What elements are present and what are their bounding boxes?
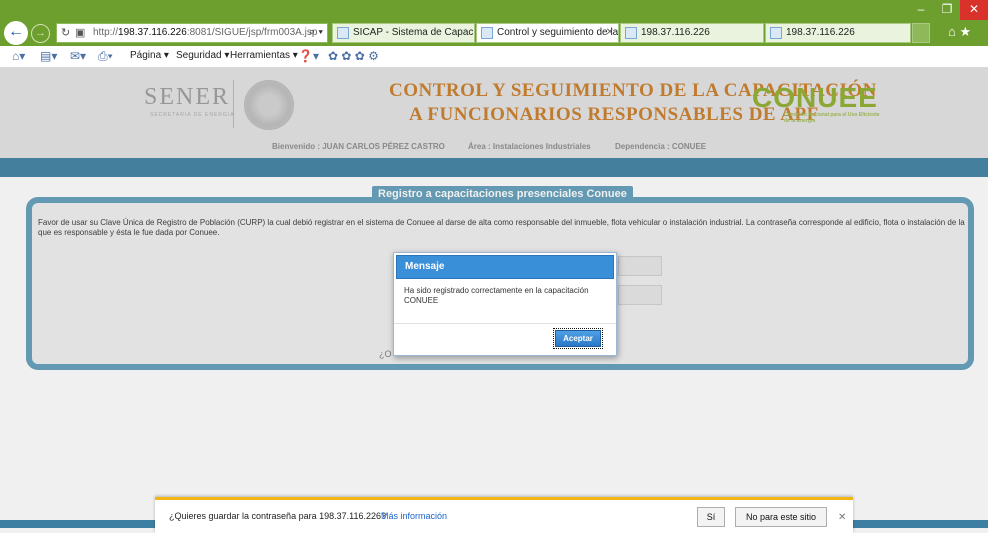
menu-seguridad[interactable]: Seguridad ▾: [176, 50, 229, 61]
minimize-icon[interactable]: –: [908, 0, 934, 20]
navigation-bar: ← → ↻ ▣ http://198.37.116.226:8081/SIGUE…: [0, 20, 988, 46]
restore-icon[interactable]: ❐: [934, 0, 960, 20]
close-notification-icon[interactable]: ✕: [838, 512, 846, 523]
home-star-icons[interactable]: ⌂ ★: [948, 24, 971, 40]
tab-favicon-icon: [625, 27, 637, 39]
address-bar[interactable]: ↻ ▣ http://198.37.116.226:8081/SIGUE/jsp…: [56, 23, 328, 43]
more-info-link[interactable]: Más información: [381, 511, 447, 521]
search-icon[interactable]: ⌕ ▾: [309, 26, 323, 39]
menu-pagina[interactable]: Página ▾: [130, 50, 169, 61]
tab-label: Control y seguimiento de la...: [497, 27, 619, 38]
close-window-icon[interactable]: ✕: [960, 0, 988, 20]
save-password-notification: ¿Quieres guardar la contraseña para 198.…: [155, 497, 853, 533]
refresh-icon[interactable]: ↻: [61, 26, 70, 39]
new-tab-button[interactable]: [912, 23, 930, 43]
command-bar: ⌂▾ ▤▾ ✉▾ ⎙▾ Página ▾ Seguridad ▾ Herrami…: [0, 46, 988, 68]
tab-favicon-icon: [481, 27, 493, 39]
feeds-icon[interactable]: ▤▾: [40, 49, 57, 63]
home-icon[interactable]: ⌂▾: [12, 49, 25, 63]
tab-label: SICAP - Sistema de Capacitación: [353, 27, 475, 38]
dialog-message: Ha sido registrado correctamente en la c…: [404, 286, 589, 305]
tab-label: 198.37.116.226: [786, 27, 855, 38]
back-icon[interactable]: ←: [4, 21, 28, 45]
page-favicon-icon: ▣: [75, 27, 86, 39]
address-text[interactable]: http://198.37.116.226:8081/SIGUE/jsp/frm…: [93, 27, 317, 38]
tab-ip-1[interactable]: 198.37.116.226: [620, 23, 764, 43]
forward-icon[interactable]: →: [31, 24, 50, 43]
page-content: SENER SECRETARÍA DE ENERGÍA CONTROL Y SE…: [0, 68, 988, 533]
notification-message: ¿Quieres guardar la contraseña para 198.…: [169, 511, 386, 521]
window-titlebar: – ❐ ✕: [0, 0, 988, 20]
menu-herramientas[interactable]: Herramientas ▾: [230, 50, 298, 61]
not-for-this-site-button[interactable]: No para este sitio: [735, 507, 827, 527]
close-tab-icon[interactable]: ✕: [606, 24, 614, 42]
extension-icons[interactable]: ✿ ✿ ✿ ⚙: [328, 49, 379, 63]
tab-sicap[interactable]: SICAP - Sistema de Capacitación: [332, 23, 475, 43]
tab-control-seguimiento[interactable]: Control y seguimiento de la... ✕: [476, 23, 619, 43]
message-dialog: Mensaje Ha sido registrado correctamente…: [393, 252, 617, 356]
tab-label: 198.37.116.226: [641, 27, 710, 38]
mail-icon[interactable]: ✉▾: [70, 49, 86, 63]
print-icon[interactable]: ⎙▾: [98, 49, 113, 64]
dialog-title: Mensaje: [396, 255, 614, 279]
dialog-separator: [394, 323, 616, 324]
tab-favicon-icon: [337, 27, 349, 39]
tab-ip-2[interactable]: 198.37.116.226: [765, 23, 911, 43]
aceptar-button[interactable]: Aceptar: [553, 328, 603, 349]
help-icon[interactable]: ❓▾: [298, 49, 319, 63]
tab-favicon-icon: [770, 27, 782, 39]
yes-button[interactable]: Sí: [697, 507, 725, 527]
